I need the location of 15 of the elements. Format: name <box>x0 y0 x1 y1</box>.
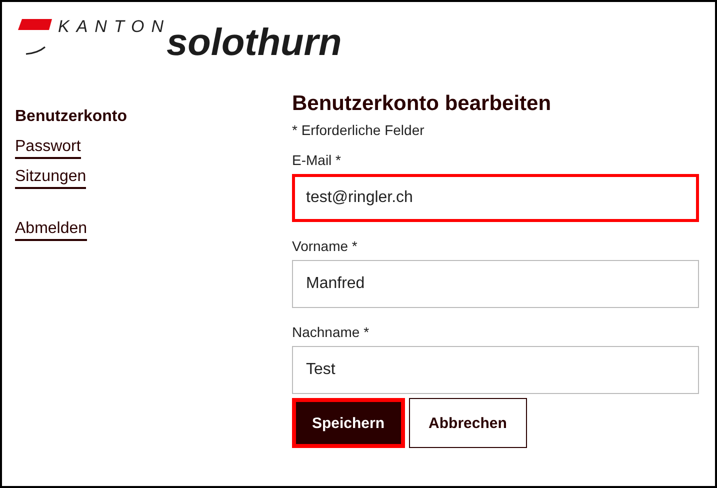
logout-link[interactable]: Abmelden <box>15 220 88 241</box>
sidebar-link[interactable]: Benutzerkonto <box>15 108 127 129</box>
sidebar-link[interactable]: Passwort <box>15 138 81 159</box>
sidebar-link[interactable]: Sitzungen <box>15 168 86 189</box>
cancel-button[interactable]: Abbrechen <box>408 398 527 448</box>
text-field[interactable]: Test <box>292 346 699 394</box>
save-button[interactable]: Speichern <box>292 398 405 448</box>
field-label: Nachname * <box>292 324 370 340</box>
text-field[interactable]: test@ringler.ch <box>292 174 699 222</box>
field-label: E-Mail * <box>292 152 342 168</box>
required-note: * Erforderliche Felder <box>292 122 426 138</box>
form-title: Benutzerkonto bearbeiten <box>292 92 552 116</box>
text-field[interactable]: Manfred <box>292 260 699 308</box>
field-label: Vorname * <box>292 238 358 254</box>
logo-mark-icon <box>18 19 52 55</box>
